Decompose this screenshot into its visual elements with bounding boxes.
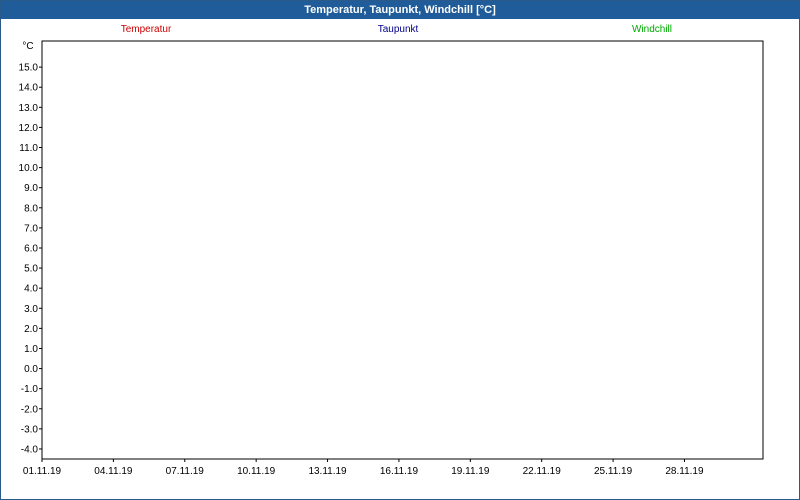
y-tick-label: 11.0 (19, 143, 38, 154)
x-tick-label: 28.11.19 (665, 466, 704, 477)
y-tick-label: 4.0 (24, 284, 38, 295)
y-tick-label: 10.0 (19, 163, 39, 174)
y-tick-label: 6.0 (24, 243, 38, 254)
y-tick-label: 9.0 (24, 183, 38, 194)
chart-svg: -4.0 -3.0 -2.0 -1.0 0.0 1.0 2.0 3.0 4.0 5.0 6.0 7.0… (19, 24, 764, 477)
legend-temperatur: Temperatur (121, 24, 172, 35)
x-tick-label: 16.11.19 (380, 466, 419, 477)
y-tick-label: 0.0 (24, 364, 38, 375)
x-tick-label: 19.11.19 (451, 466, 490, 477)
axes (39, 40, 764, 462)
y-tick-label: -1.0 (21, 384, 39, 395)
y-tick-label: 15.0 (19, 63, 39, 74)
x-tick-label: 04.11.19 (94, 466, 133, 477)
y-tick-label: -2.0 (21, 404, 39, 415)
x-tick-label: 07.11.19 (166, 466, 205, 477)
window-title: Temperatur, Taupunkt, Windchill [°C] (1, 1, 799, 19)
y-tick-label: 3.0 (24, 304, 38, 315)
y-tick-label: 2.0 (24, 324, 38, 335)
chart-window: Temperatur, Taupunkt, Windchill [°C] -4.… (0, 0, 800, 500)
x-tick-label: 01.11.19 (23, 466, 62, 477)
y-tick-label: 14.0 (19, 83, 39, 94)
y-tick-label: 13.0 (19, 103, 39, 114)
y-tick-label: 12.0 (19, 123, 39, 134)
x-tick-label: 25.11.19 (594, 466, 633, 477)
x-tick-label: 13.11.19 (308, 466, 347, 477)
y-tick-label: 1.0 (24, 344, 38, 355)
plot-area (41, 40, 764, 460)
y-tick-label: -3.0 (21, 424, 39, 435)
x-tick-label: 22.11.19 (523, 466, 562, 477)
y-tick-label: 5.0 (24, 264, 38, 275)
y-tick-label: -4.0 (21, 444, 39, 455)
legend-taupunkt: Taupunkt (378, 24, 419, 35)
x-tick-label: 10.11.19 (237, 466, 276, 477)
legend-windchill: Windchill (632, 24, 672, 35)
y-tick-label: 8.0 (24, 203, 38, 214)
y-axis-unit: °C (22, 41, 33, 52)
y-tick-label: 7.0 (24, 223, 38, 234)
